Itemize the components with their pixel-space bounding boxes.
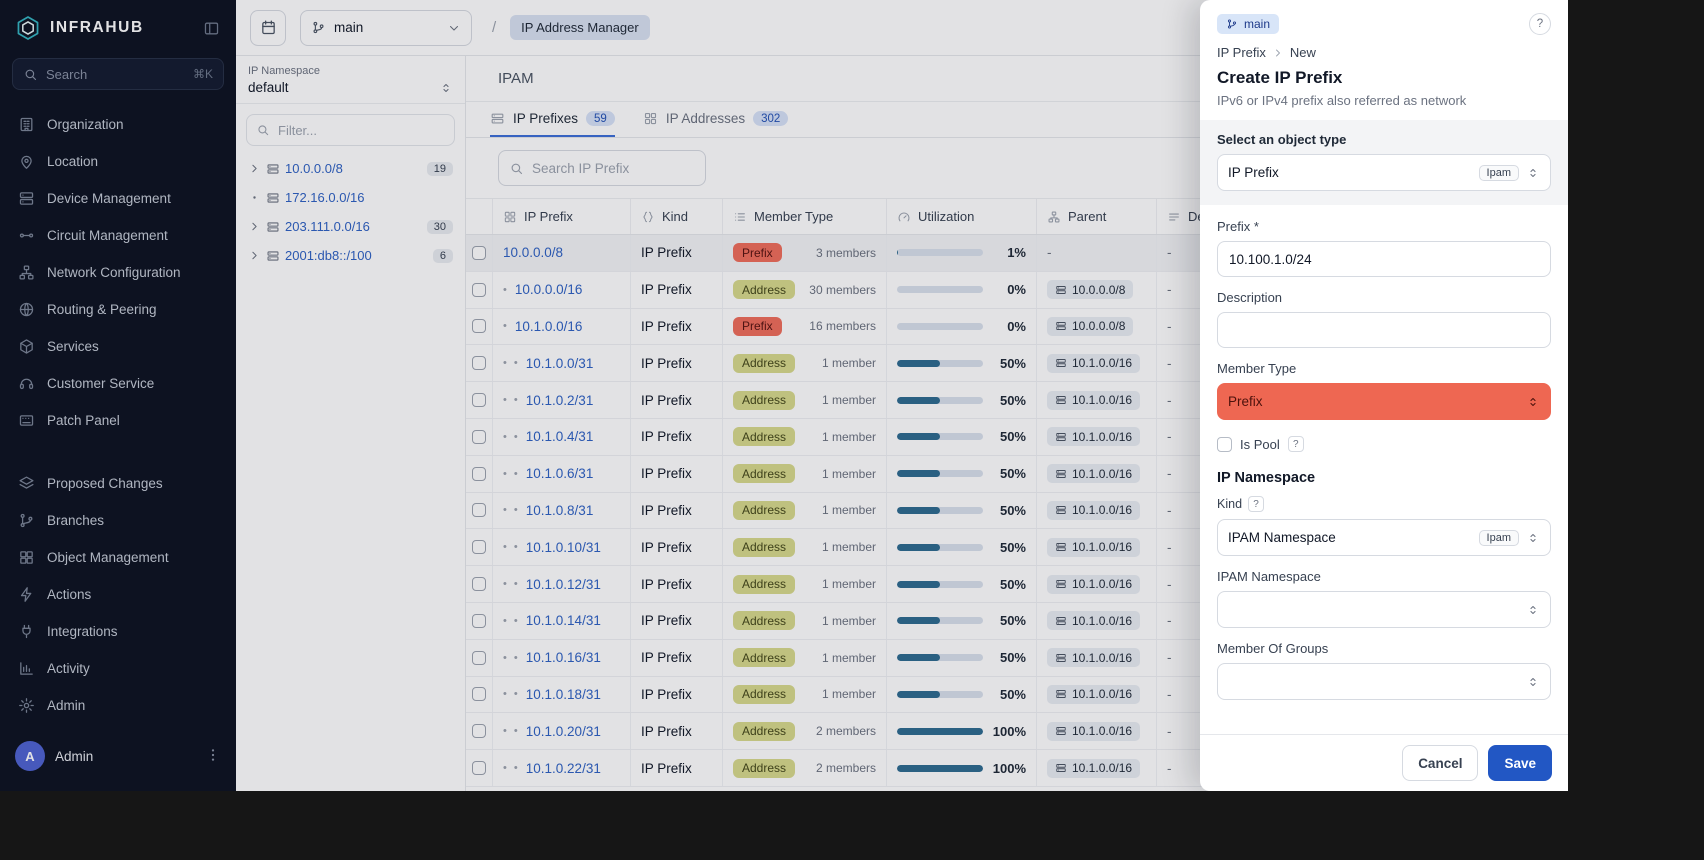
help-button[interactable]: ? bbox=[1529, 13, 1551, 35]
member-type-value: Prefix bbox=[1228, 394, 1263, 409]
description-input[interactable] bbox=[1217, 312, 1551, 348]
ipam-namespace-label: IPAM Namespace bbox=[1217, 569, 1551, 584]
is-pool-row: Is Pool ? bbox=[1217, 436, 1551, 452]
object-type-select[interactable]: IP Prefix Ipam bbox=[1217, 154, 1551, 191]
chevrons-updown-icon bbox=[1526, 531, 1540, 545]
kind-select[interactable]: IPAM Namespace Ipam bbox=[1217, 519, 1551, 556]
app-window: INFRAHUB Search ⌘K OrganizationLocationD… bbox=[0, 0, 1568, 791]
kind-label: Kind ? bbox=[1217, 496, 1551, 512]
branch-badge-label: main bbox=[1244, 17, 1270, 31]
drawer-breadcrumb: IP Prefix New bbox=[1217, 45, 1551, 60]
chevron-right-icon bbox=[1272, 47, 1284, 59]
drawer-footer: Cancel Save bbox=[1200, 734, 1568, 791]
object-type-section: Select an object type IP Prefix Ipam bbox=[1200, 120, 1568, 205]
breadcrumb-new: New bbox=[1290, 45, 1316, 60]
prefix-label: Prefix * bbox=[1217, 219, 1551, 234]
create-ip-prefix-drawer: main ? IP Prefix New Create IP Prefix IP… bbox=[1200, 0, 1568, 791]
schema-badge: Ipam bbox=[1479, 165, 1519, 181]
object-type-value: IP Prefix bbox=[1228, 165, 1279, 180]
kind-value: IPAM Namespace bbox=[1228, 530, 1336, 545]
schema-badge: Ipam bbox=[1479, 530, 1519, 546]
is-pool-checkbox[interactable] bbox=[1217, 437, 1232, 452]
breadcrumb-ip-prefix[interactable]: IP Prefix bbox=[1217, 45, 1266, 60]
drawer-subtitle: IPv6 or IPv4 prefix also referred as net… bbox=[1217, 93, 1551, 108]
save-button[interactable]: Save bbox=[1488, 745, 1552, 781]
ipam-namespace-select[interactable] bbox=[1217, 591, 1551, 628]
description-label: Description bbox=[1217, 290, 1551, 305]
chevrons-updown-icon bbox=[1526, 166, 1540, 180]
is-pool-label: Is Pool bbox=[1240, 437, 1280, 452]
required-mark: * bbox=[1254, 219, 1259, 234]
branch-badge: main bbox=[1217, 14, 1279, 34]
member-type-label: Member Type bbox=[1217, 361, 1551, 376]
chevrons-updown-icon bbox=[1526, 603, 1540, 617]
member-of-groups-label: Member Of Groups bbox=[1217, 641, 1551, 656]
kind-help-icon[interactable]: ? bbox=[1248, 496, 1264, 512]
drawer-title: Create IP Prefix bbox=[1217, 68, 1551, 88]
chevrons-updown-icon bbox=[1526, 395, 1540, 409]
screen-background: INFRAHUB Search ⌘K OrganizationLocationD… bbox=[0, 0, 1704, 860]
is-pool-help-icon[interactable]: ? bbox=[1288, 436, 1304, 452]
cancel-button[interactable]: Cancel bbox=[1402, 745, 1478, 781]
prefix-input[interactable] bbox=[1217, 241, 1551, 277]
ip-namespace-section-title: IP Namespace bbox=[1217, 470, 1551, 486]
chevrons-updown-icon bbox=[1526, 675, 1540, 689]
member-type-select[interactable]: Prefix bbox=[1217, 383, 1551, 420]
object-type-label: Select an object type bbox=[1217, 132, 1551, 147]
member-of-groups-select[interactable] bbox=[1217, 663, 1551, 700]
branch-icon bbox=[1226, 18, 1238, 30]
